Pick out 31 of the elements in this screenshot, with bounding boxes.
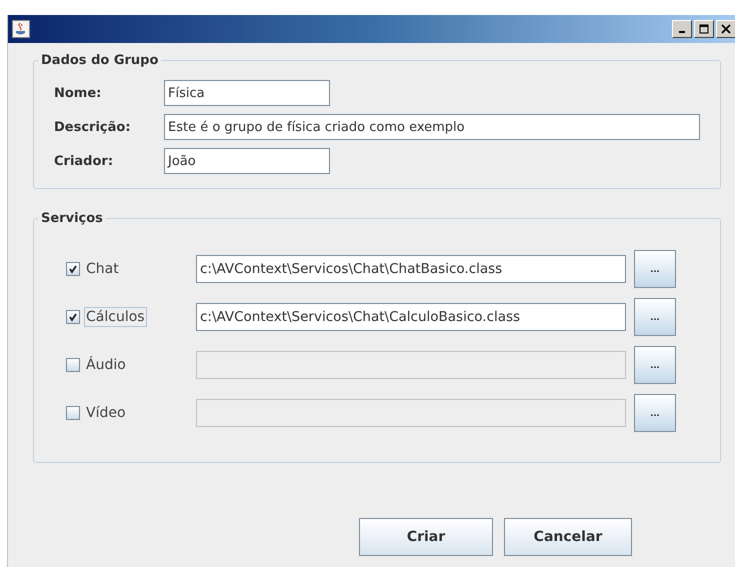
group-title: Dados do Grupo: [40, 53, 160, 68]
field-label: Nome:: [54, 86, 102, 100]
maximize-icon: [699, 24, 709, 34]
browse-button[interactable]: ...: [634, 298, 676, 336]
path-field[interactable]: c:\AVContext\Servicos\Chat\CalculoBasico.class: [196, 303, 626, 331]
input-field[interactable]: Este é o grupo de física criado como exemplo: [164, 114, 700, 140]
checkbox-label[interactable]: Vídeo: [84, 403, 128, 423]
maximize-button[interactable]: [694, 20, 714, 38]
browse-button[interactable]: ...: [634, 346, 676, 384]
create-button[interactable]: Criar: [359, 518, 493, 556]
checkbox-label[interactable]: Áudio: [84, 355, 128, 375]
checkbox[interactable]: [66, 262, 80, 276]
field-label: Descrição:: [54, 120, 132, 134]
checkbox[interactable]: [66, 358, 80, 372]
group-title: Serviços: [40, 211, 104, 226]
cancel-button[interactable]: Cancelar: [504, 518, 632, 556]
minimize-button[interactable]: [672, 20, 692, 38]
input-field[interactable]: João: [164, 148, 330, 174]
checkbox-label[interactable]: Cálculos: [84, 307, 147, 327]
path-field[interactable]: c:\AVContext\Servicos\Chat\ChatBasico.class: [196, 255, 626, 283]
coffee-cup-icon: [12, 20, 30, 38]
checkbox-label[interactable]: Chat: [84, 259, 121, 279]
checkbox[interactable]: [66, 310, 80, 324]
browse-button[interactable]: ...: [634, 250, 676, 288]
minimize-icon: [679, 31, 685, 33]
close-button[interactable]: [716, 20, 735, 38]
input-field[interactable]: Física: [164, 80, 330, 106]
browse-button[interactable]: ...: [634, 394, 676, 432]
field-label: Criador:: [54, 154, 114, 168]
close-icon: [721, 24, 731, 34]
checkbox[interactable]: [66, 406, 80, 420]
